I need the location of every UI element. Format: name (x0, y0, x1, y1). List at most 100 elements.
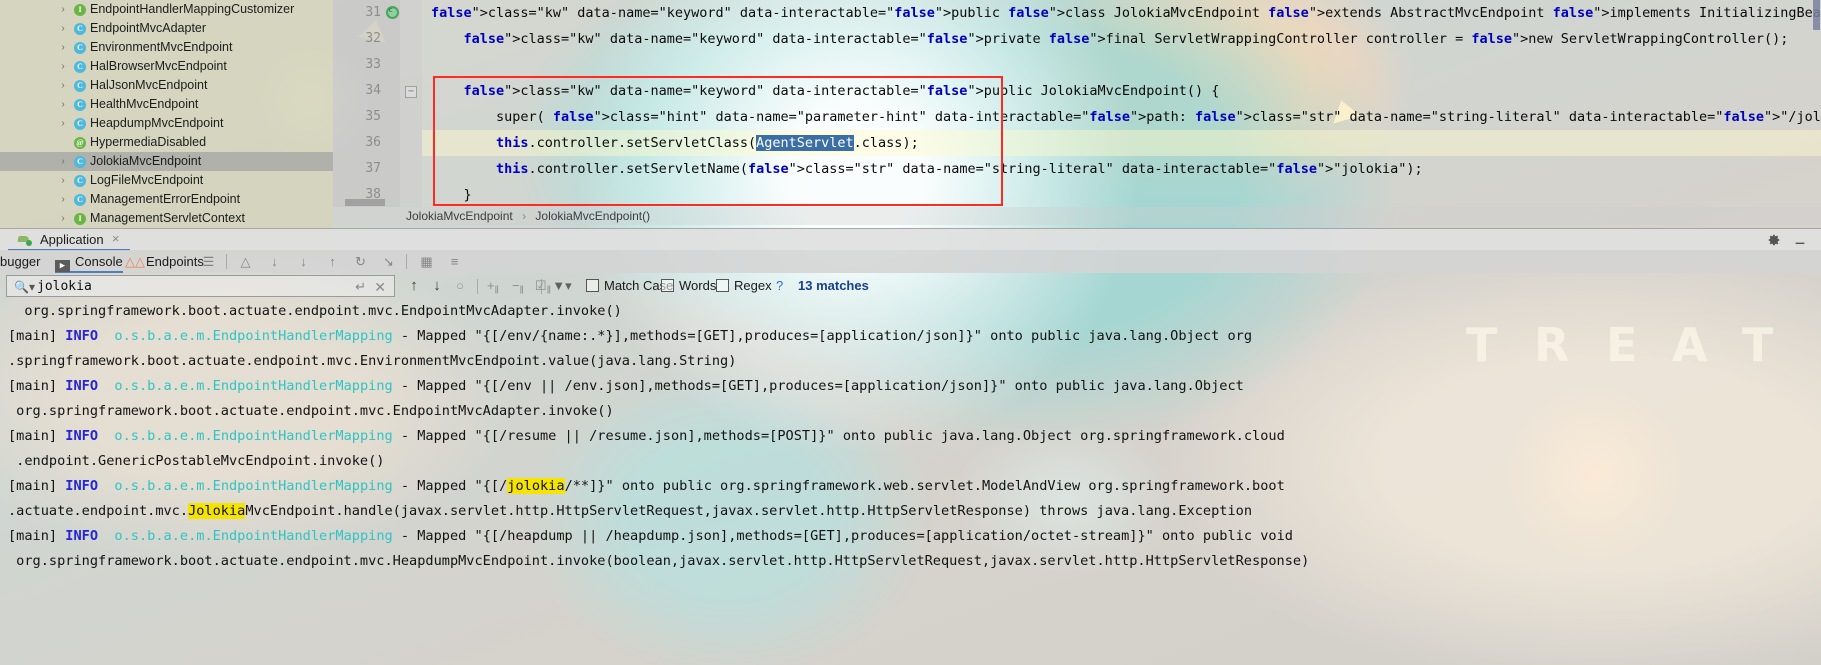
chevron-right-icon[interactable]: › (58, 171, 68, 190)
chevron-right-icon[interactable]: › (58, 95, 68, 114)
regex-help-link[interactable]: ? (776, 276, 783, 295)
arrow-up-icon[interactable]: ↑ (405, 277, 423, 295)
log-line[interactable]: org.springframework.boot.actuate.endpoin… (8, 299, 621, 324)
code-line[interactable]: this.controller.setServletName(false">cl… (431, 156, 1423, 182)
log-line[interactable]: [main] INFO o.s.b.a.e.m.EndpointHandlerM… (8, 524, 1293, 549)
close-icon[interactable]: ✕ (374, 279, 386, 296)
tree-item[interactable]: › I ManagementServletContext (0, 209, 333, 228)
close-icon[interactable]: × (110, 232, 122, 245)
tree-item[interactable]: › C HealthMvcEndpoint (0, 95, 333, 114)
ide-window: T R E A T › I EndpointHandlerMappingCustom… (0, 0, 1821, 665)
words-label[interactable]: Words (679, 276, 716, 295)
scroll-to-end-icon[interactable]: ↓ (266, 253, 283, 270)
scroll-up-icon[interactable]: ↑ (324, 253, 341, 270)
log-text: [main] (8, 328, 66, 344)
project-tree[interactable]: › I EndpointHandlerMappingCustomizer › C Endp… (0, 0, 333, 258)
chevron-right-icon[interactable]: › (58, 0, 68, 19)
tab-debugger-label: bugger (0, 254, 41, 269)
code-line[interactable]: false">class="kw" data-name="keyword" da… (431, 0, 1821, 26)
remove-filter-icon[interactable]: −‖ (508, 277, 528, 297)
return-icon[interactable]: ↵ (355, 279, 366, 295)
add-filter-icon[interactable]: +‖ (483, 277, 503, 297)
breadcrumb-class[interactable]: JolokiaMvcEndpoint (406, 209, 513, 223)
breadcrumb-method[interactable]: JolokiaMvcEndpoint() (535, 209, 650, 223)
chevron-right-icon[interactable]: › (58, 38, 68, 57)
log-logger: o.s.b.a.e.m.EndpointHandlerMapping (114, 478, 393, 494)
tree-item[interactable]: › C HalJsonMvcEndpoint (0, 76, 333, 95)
log-line[interactable]: [main] INFO o.s.b.a.e.m.EndpointHandlerM… (8, 324, 1252, 349)
code-line[interactable]: } (431, 182, 472, 207)
tab-debugger[interactable]: bugger (0, 250, 40, 273)
console-output[interactable]: org.springframework.boot.actuate.endpoin… (0, 299, 1821, 665)
log-line[interactable]: [main] INFO o.s.b.a.e.m.EndpointHandlerM… (8, 374, 1244, 399)
soft-wrap-icon[interactable]: ☰ (200, 253, 217, 270)
tab-application[interactable]: Application × (8, 229, 130, 251)
log-line[interactable]: .springframework.boot.actuate.endpoint.m… (8, 349, 736, 374)
search-match: jolokia (507, 478, 565, 494)
selected-token[interactable]: AgentServlet (756, 135, 854, 151)
log-line[interactable]: org.springframework.boot.actuate.endpoin… (8, 399, 613, 424)
match-case-checkbox[interactable] (586, 279, 599, 292)
tool-window-header: Application × (0, 228, 1821, 251)
class-marker-icon[interactable] (386, 5, 399, 19)
toggle-filter-icon[interactable]: ☑‖ (533, 277, 553, 297)
run-tool-window: Application × bugger ▶ Console △△Endpoint… (0, 228, 1821, 665)
log-line[interactable]: [main] INFO o.s.b.a.e.m.EndpointHandlerM… (8, 424, 1285, 449)
fold-toggle-icon[interactable]: − (405, 86, 417, 98)
log-line[interactable]: .endpoint.GenericPostableMvcEndpoint.inv… (8, 449, 384, 474)
line-number: 33 (365, 57, 381, 72)
select-all-occurrences-icon[interactable]: ○ (450, 277, 470, 295)
breadcrumb[interactable]: JolokiaMvcEndpoint › JolokiaMvcEndpoint(… (333, 207, 1821, 225)
words-checkbox[interactable] (661, 279, 674, 292)
tree-item-label: LogFileMvcEndpoint (90, 173, 204, 187)
tree-item[interactable]: › C LogFileMvcEndpoint (0, 171, 333, 190)
tree-item[interactable]: › I EndpointHandlerMappingCustomizer (0, 0, 333, 19)
chevron-right-icon[interactable]: › (58, 152, 68, 171)
log-line[interactable]: .actuate.endpoint.mvc.JolokiaMvcEndpoint… (8, 499, 1252, 524)
log-line[interactable]: [main] INFO o.s.b.a.e.m.EndpointHandlerM… (8, 474, 1285, 499)
more-icon[interactable]: ≡ (446, 253, 463, 270)
log-text: - Mapped "{[/env || /env.json],methods=[… (392, 378, 1244, 394)
filter-icon[interactable]: ▼▾ (552, 277, 572, 295)
chevron-right-icon[interactable]: › (58, 190, 68, 209)
editor-scrollbar-thumb[interactable] (1813, 0, 1820, 30)
tree-item-label: EndpointHandlerMappingCustomizer (90, 2, 295, 16)
chevron-right-icon[interactable]: › (58, 114, 68, 133)
rerun-icon[interactable]: ↻ (352, 253, 369, 270)
code-line[interactable]: false">class="kw" data-name="keyword" da… (431, 26, 1789, 52)
step-icon[interactable]: ↘ (380, 253, 397, 270)
log-line[interactable]: org.springframework.boot.actuate.endpoin… (8, 549, 1309, 574)
tree-item[interactable]: › C EnvironmentMvcEndpoint (0, 38, 333, 57)
table-view-icon[interactable]: ▦ (418, 253, 435, 270)
tree-item[interactable]: › C HalBrowserMvcEndpoint (0, 57, 333, 76)
code-line[interactable]: super( false">class="hint" data-name="pa… (431, 104, 1821, 130)
scroll-down-icon[interactable]: ↓ (295, 253, 312, 270)
tree-item[interactable]: › C JolokiaMvcEndpoint (0, 152, 333, 171)
gear-icon[interactable] (1767, 233, 1781, 247)
tree-item-label: HypermediaDisabled (90, 135, 207, 149)
code-line[interactable]: this.controller.setServletClass(AgentSer… (431, 130, 919, 156)
regex-checkbox[interactable] (716, 279, 729, 292)
tab-console[interactable]: ▶ Console (55, 250, 123, 273)
tree-item[interactable]: › C ManagementErrorEndpoint (0, 190, 333, 209)
search-input[interactable]: 🔍▾ jolokia ↵ ✕ (6, 275, 395, 297)
interface-icon: I (74, 213, 86, 225)
tree-item[interactable]: › C HeapdumpMvcEndpoint (0, 114, 333, 133)
tab-endpoints[interactable]: △△Endpoints (125, 250, 204, 273)
chevron-right-icon[interactable]: › (58, 76, 68, 95)
editor-fold-column[interactable] (400, 0, 422, 207)
chevron-right-icon[interactable]: › (58, 19, 68, 38)
keyword: this (496, 161, 529, 177)
editor-horizontal-scrollbar[interactable] (345, 199, 385, 206)
scroll-to-top-icon[interactable]: △ (237, 253, 254, 270)
chevron-right-icon[interactable]: › (58, 209, 68, 228)
tree-item[interactable]: @ HypermediaDisabled (0, 133, 333, 152)
chevron-right-icon[interactable]: › (58, 57, 68, 76)
minimize-icon[interactable] (1793, 233, 1807, 247)
code-editor[interactable]: 3132333435363738 − false">class="kw" dat… (333, 0, 1821, 207)
arrow-down-icon[interactable]: ↓ (428, 277, 446, 295)
code-line[interactable]: false">class="kw" data-name="keyword" da… (431, 78, 1220, 104)
regex-label[interactable]: Regex (734, 276, 772, 295)
tree-item[interactable]: › C EndpointMvcAdapter (0, 19, 333, 38)
